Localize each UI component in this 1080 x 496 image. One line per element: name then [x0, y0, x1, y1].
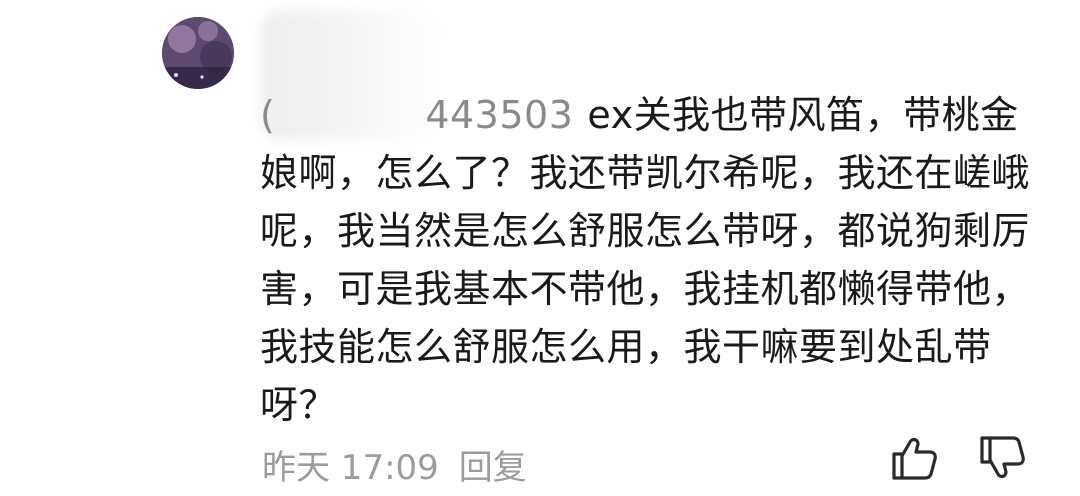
reply-button[interactable]: 回复 [459, 440, 527, 489]
avatar-image [162, 17, 234, 89]
timestamp: 昨天 17:09 [262, 448, 439, 488]
mention-user[interactable]: (443503 [260, 93, 573, 137]
comment-text: ex关我也带风笛，带桃金娘啊，怎么了？我还带凯尔希呢，我还在嵯峨呢，我当然是怎么… [260, 93, 1031, 427]
comment-body: (443503 ex关我也带风笛，带桃金娘啊，怎么了？我还带凯尔希呢，我还在嵯峨呢… [260, 86, 1030, 434]
avatar[interactable] [162, 17, 234, 89]
like-button[interactable] [888, 432, 940, 484]
comment-meta: 昨天 17:09 回复 [262, 440, 527, 489]
dislike-button[interactable] [976, 432, 1028, 484]
thumbs-up-icon [892, 437, 937, 480]
thumbs-down-icon [980, 436, 1025, 479]
